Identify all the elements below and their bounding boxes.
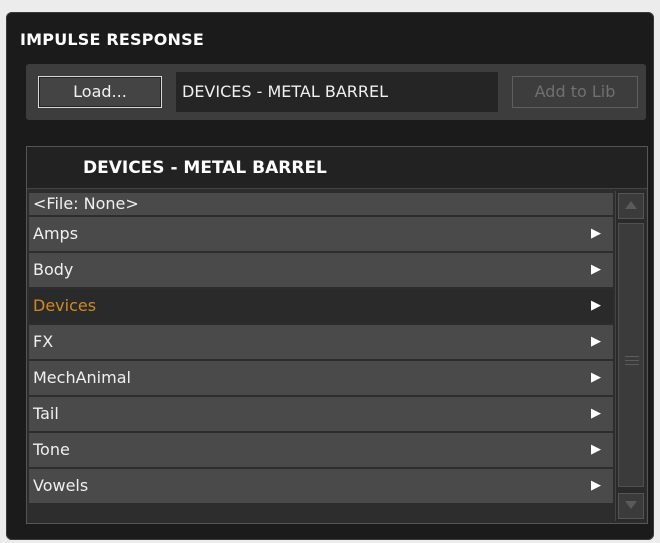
list-item-body[interactable]: Body ▶ bbox=[29, 253, 613, 287]
chevron-right-icon: ▶ bbox=[591, 334, 601, 349]
panel-title: IMPULSE RESPONSE bbox=[20, 30, 204, 49]
list-item-label: MechAnimal bbox=[33, 368, 131, 387]
list-item-devices[interactable]: Devices ▶ bbox=[29, 289, 613, 323]
list-item-vowels[interactable]: Vowels ▶ bbox=[29, 469, 613, 503]
list-item-tail[interactable]: Tail ▶ bbox=[29, 397, 613, 431]
chevron-right-icon: ▶ bbox=[591, 226, 601, 241]
ir-browser: DEVICES - METAL BARREL <File: None> Amps… bbox=[26, 146, 648, 524]
scroll-down-button[interactable] bbox=[618, 493, 644, 519]
ir-category-list: <File: None> Amps ▶ Body ▶ Devices ▶ FX … bbox=[29, 193, 613, 505]
chevron-right-icon: ▶ bbox=[591, 262, 601, 277]
list-item-label: Tail bbox=[33, 404, 59, 423]
list-item-label: Body bbox=[33, 260, 74, 279]
chevron-right-icon: ▶ bbox=[591, 298, 601, 313]
add-to-lib-button[interactable]: Add to Lib bbox=[512, 76, 638, 108]
triangle-up-icon bbox=[625, 201, 637, 209]
list-item-file-none[interactable]: <File: None> bbox=[29, 193, 613, 215]
chevron-right-icon: ▶ bbox=[591, 442, 601, 457]
scroll-up-button[interactable] bbox=[618, 193, 644, 219]
list-item-label: <File: None> bbox=[33, 194, 139, 213]
list-item-tone[interactable]: Tone ▶ bbox=[29, 433, 613, 467]
chevron-right-icon: ▶ bbox=[591, 478, 601, 493]
scroll-thumb[interactable] bbox=[618, 223, 644, 487]
grip-icon bbox=[625, 356, 639, 368]
list-item-label: Vowels bbox=[33, 476, 89, 495]
triangle-down-icon bbox=[625, 501, 637, 509]
list-item-amps[interactable]: Amps ▶ bbox=[29, 217, 613, 251]
chevron-right-icon: ▶ bbox=[591, 370, 601, 385]
list-item-label: Tone bbox=[33, 440, 70, 459]
vertical-scrollbar[interactable] bbox=[615, 191, 646, 521]
load-button[interactable]: Load... bbox=[38, 76, 162, 108]
browser-header: DEVICES - METAL BARREL bbox=[27, 147, 647, 189]
list-item-label: Devices bbox=[33, 296, 97, 315]
list-item-label: FX bbox=[33, 332, 54, 351]
chevron-right-icon: ▶ bbox=[591, 406, 601, 421]
list-item-mechanimal[interactable]: MechAnimal ▶ bbox=[29, 361, 613, 395]
list-item-label: Amps bbox=[33, 224, 79, 243]
load-toolbar: Load... DEVICES - METAL BARREL Add to Li… bbox=[26, 64, 646, 120]
current-file-display: DEVICES - METAL BARREL bbox=[176, 72, 498, 112]
list-item-fx[interactable]: FX ▶ bbox=[29, 325, 613, 359]
